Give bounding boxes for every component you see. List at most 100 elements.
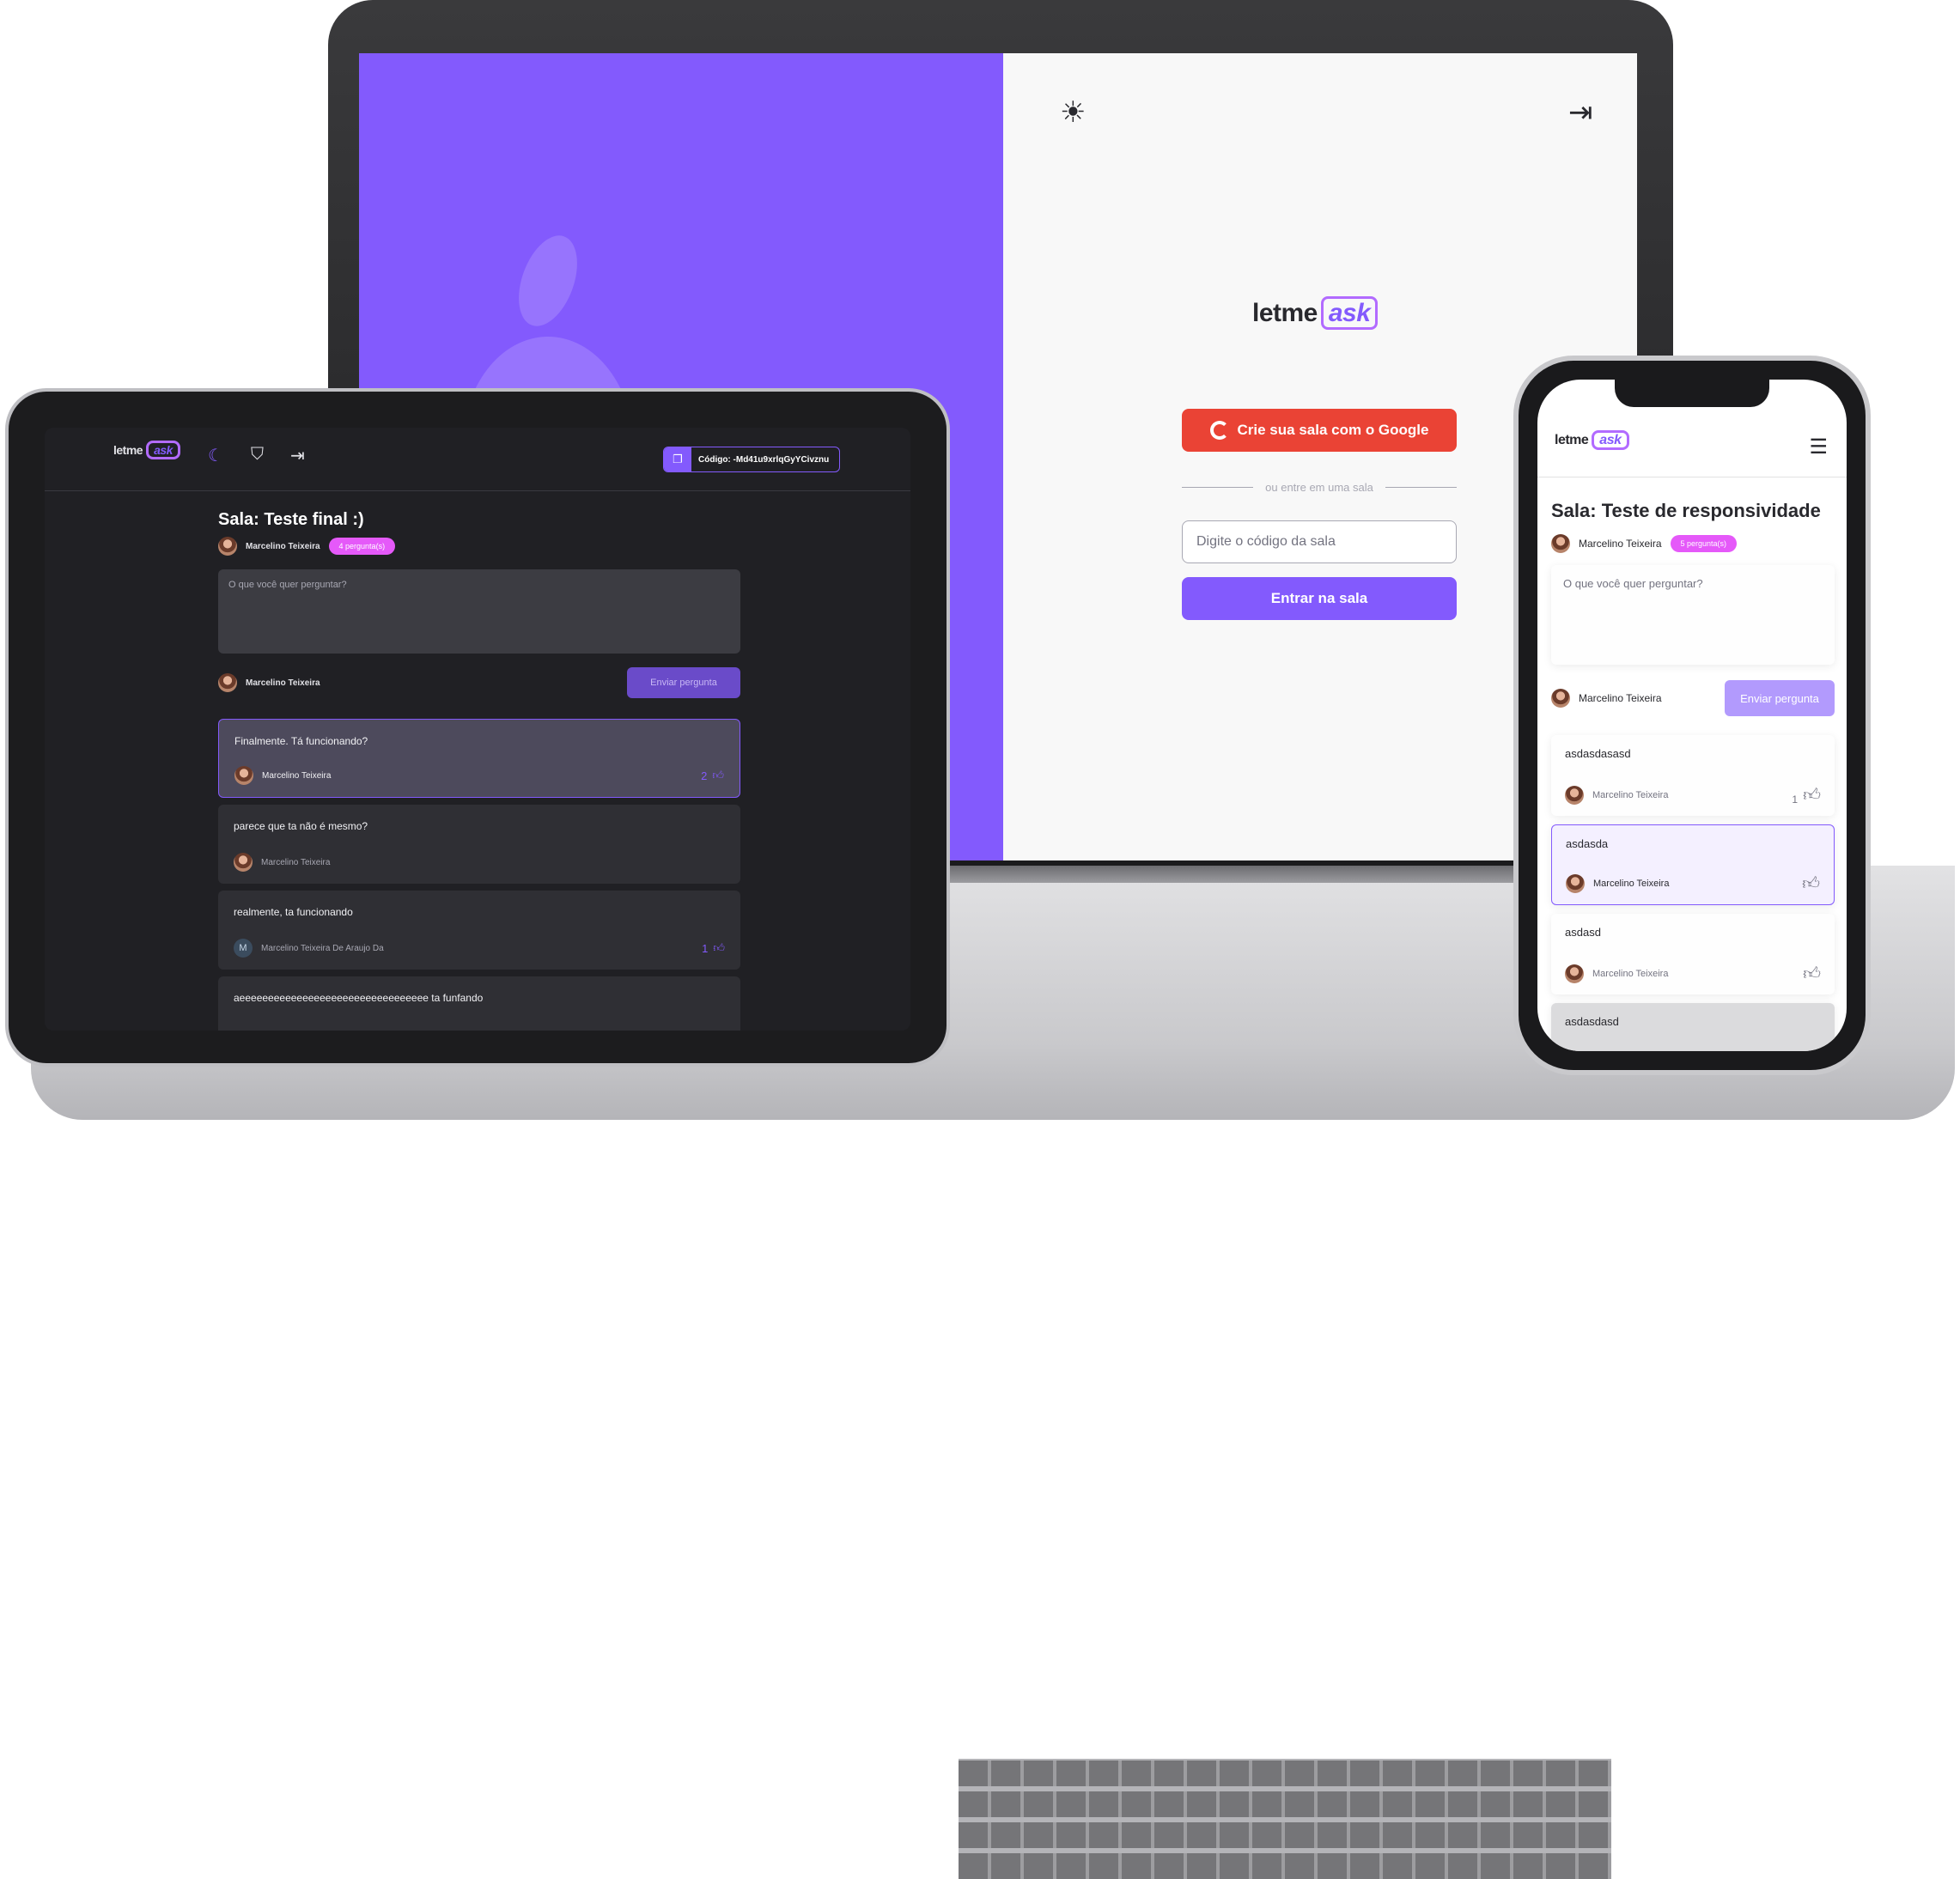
- hamburger-icon[interactable]: ☰: [1809, 435, 1828, 459]
- like-button[interactable]: 1 👍︎: [702, 941, 725, 955]
- room-code-text: Código: -Md41u9xrlqGyYCivznu: [698, 454, 830, 465]
- separator: ou entre em uma sala: [1182, 481, 1458, 494]
- question-footer: Marcelino Teixeira: [234, 853, 725, 872]
- shield-icon[interactable]: ⛉: [251, 445, 264, 465]
- laptop-keyboard: [959, 1759, 1611, 1879]
- question-card[interactable]: asdasda Marcelino Teixeira 👍︎: [1551, 824, 1835, 905]
- question-text: aeeeeeeeeeeeeeeeeeeeeeeeeeeeeeeeee ta fu…: [234, 992, 484, 1004]
- tablet-screen: letme ask ☾ ⛉ ⇥ ❐ Código: -Md41u9xrlqGyYC…: [45, 428, 910, 1031]
- question-author: Marcelino Teixeira: [234, 766, 331, 785]
- separator-text: ou entre em uma sala: [1265, 481, 1373, 494]
- form-footer: Marcelino Teixeira Enviar pergunta: [218, 667, 740, 698]
- logo: letme ask: [1555, 430, 1629, 450]
- room-meta: Marcelino Teixeira 4 pergunta(s): [218, 537, 740, 556]
- form-user: Marcelino Teixeira: [218, 673, 320, 692]
- moon-icon[interactable]: ☾: [208, 445, 223, 466]
- thumbs-up-icon: 👍︎: [1803, 964, 1821, 983]
- question-card[interactable]: asdasd Marcelino Teixeira 👍︎: [1551, 914, 1835, 994]
- separator-line: [1182, 487, 1254, 488]
- logo-accent-text: ask: [1592, 430, 1629, 450]
- question-author-name: Marcelino Teixeira De Araujo Da: [261, 943, 384, 953]
- question-author: M Marcelino Teixeira De Araujo Da: [234, 939, 384, 958]
- question-list: Finalmente. Tá funcionando? Marcelino Te…: [218, 719, 740, 1031]
- copy-icon: ❐: [664, 447, 691, 471]
- question-author: Marcelino Teixeira: [1565, 964, 1668, 983]
- question-footer: Marcelino Teixeira 👍︎: [1566, 873, 1820, 894]
- question-author-name: Marcelino Teixeira: [1593, 879, 1670, 889]
- question-card[interactable]: asdasdasasd Marcelino Teixeira 1 👍︎: [1551, 735, 1835, 816]
- like-button[interactable]: 2 👍︎: [701, 769, 724, 782]
- enter-room-label: Entrar na sala: [1270, 590, 1368, 606]
- form-user: Marcelino Teixeira: [1551, 689, 1662, 708]
- phone-room-content: Sala: Teste de responsividade Marcelino …: [1551, 500, 1835, 1051]
- room-code-button[interactable]: ❐ Código: -Md41u9xrlqGyYCivznu: [663, 447, 840, 472]
- logo-accent-text: ask: [1320, 296, 1379, 330]
- avatar: M: [234, 939, 253, 958]
- question-card[interactable]: realmente, ta funcionando M Marcelino Tei…: [218, 891, 740, 970]
- phone-device: letme ask ☰ Sala: Teste de responsividade…: [1513, 356, 1871, 1075]
- logo-accent-text: ask: [146, 441, 180, 459]
- question-textarea[interactable]: O que você quer perguntar?: [218, 569, 740, 654]
- enter-room-button[interactable]: Entrar na sala: [1182, 577, 1457, 620]
- thumbs-up-icon: 👍︎: [1802, 874, 1820, 893]
- question-count-badge: 5 pergunta(s): [1670, 535, 1738, 552]
- question-card[interactable]: parece que ta não é mesmo? Marcelino Tei…: [218, 805, 740, 884]
- question-text: asdasda: [1566, 837, 1609, 850]
- avatar: [1565, 786, 1584, 805]
- textarea-placeholder: O que você quer perguntar?: [1563, 577, 1703, 590]
- question-textarea[interactable]: O que você quer perguntar?: [1551, 565, 1835, 665]
- question-author-name: Marcelino Teixeira: [261, 857, 331, 867]
- question-author: Marcelino Teixeira: [1566, 874, 1669, 893]
- logo-main-text: letme: [113, 443, 143, 457]
- room-code-placeholder: Digite o código da sala: [1196, 534, 1336, 549]
- question-author: Marcelino Teixeira: [1565, 786, 1668, 805]
- logout-icon[interactable]: ⇥: [1568, 98, 1593, 127]
- like-button[interactable]: 👍︎: [1803, 964, 1821, 984]
- avatar: [218, 673, 237, 692]
- logo: letme ask: [113, 441, 180, 459]
- like-button[interactable]: 1 👍︎: [1792, 785, 1821, 806]
- send-button-label: Enviar pergunta: [1740, 691, 1819, 705]
- thumbs-up-icon: 👍︎: [712, 769, 724, 781]
- question-count-badge: 4 pergunta(s): [328, 538, 396, 555]
- logout-icon[interactable]: ⇥: [290, 445, 305, 466]
- thumbs-up-icon: 👍︎: [1803, 786, 1821, 805]
- author-name: Marcelino Teixeira: [246, 541, 320, 551]
- logo: letme ask: [1252, 296, 1379, 330]
- question-card[interactable]: aeeeeeeeeeeeeeeeeeeeeeeeeeeeeeeeee ta fu…: [218, 976, 740, 1031]
- page-title: Sala: Teste final :): [218, 510, 364, 529]
- send-question-button[interactable]: Enviar pergunta: [1725, 680, 1835, 716]
- question-footer: Marcelino Teixeira 2 👍︎: [234, 766, 724, 785]
- send-question-button[interactable]: Enviar pergunta: [627, 667, 740, 698]
- avatar: [218, 537, 237, 556]
- avatar: [1566, 874, 1585, 893]
- sun-icon[interactable]: ☀: [1060, 98, 1086, 127]
- question-list: asdasdasasd Marcelino Teixeira 1 👍︎ asdas…: [1551, 735, 1835, 1051]
- question-text: parece que ta não é mesmo?: [234, 820, 368, 832]
- question-card[interactable]: Finalmente. Tá funcionando? Marcelino Te…: [218, 719, 740, 798]
- room-code-input[interactable]: Digite o código da sala: [1182, 520, 1457, 563]
- textarea-placeholder: O que você quer perguntar?: [228, 580, 347, 590]
- like-count: 1: [1792, 794, 1799, 806]
- question-text: asdasdasasd: [1565, 747, 1631, 760]
- avatar: [1551, 689, 1570, 708]
- form-footer: Marcelino Teixeira Enviar pergunta: [1551, 680, 1835, 716]
- like-button[interactable]: 👍︎: [1802, 873, 1820, 894]
- question-author-name: Marcelino Teixeira: [1592, 969, 1669, 979]
- thumbs-up-icon: 👍︎: [713, 941, 725, 954]
- separator-line: [1385, 487, 1458, 488]
- avatar: [1565, 964, 1584, 983]
- room-meta: Marcelino Teixeira 5 pergunta(s): [1551, 534, 1835, 553]
- question-text: Finalmente. Tá funcionando?: [234, 735, 368, 747]
- question-card[interactable]: asdasdasd: [1551, 1003, 1835, 1051]
- form-user-name: Marcelino Teixeira: [1579, 692, 1662, 704]
- question-footer: Marcelino Teixeira 1 👍︎: [1565, 785, 1821, 806]
- logo-main-text: letme: [1252, 299, 1318, 327]
- author-name: Marcelino Teixeira: [1579, 538, 1662, 550]
- page-title: Sala: Teste de responsividade: [1551, 500, 1821, 521]
- question-text: asdasd: [1565, 926, 1601, 939]
- tablet-header: letme ask ☾ ⛉ ⇥ ❐ Código: -Md41u9xrlqGyYC…: [45, 428, 910, 491]
- send-button-label: Enviar pergunta: [650, 678, 717, 688]
- google-create-room-button[interactable]: Crie sua sala com o Google: [1182, 409, 1457, 452]
- tablet-room-content: Sala: Teste final :) Marcelino Teixeira …: [218, 510, 740, 1031]
